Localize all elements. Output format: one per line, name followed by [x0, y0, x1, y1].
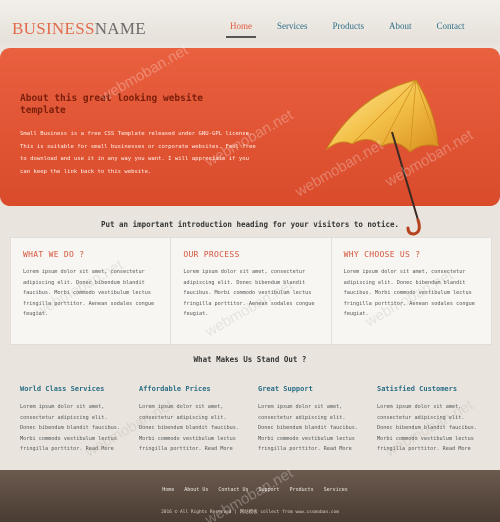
column-text: Lorem ipsum dolor sit amet, consectetur …: [23, 269, 155, 317]
footer-link-contact[interactable]: Contact Us: [218, 487, 248, 493]
footer-copyright: 2016 © All Rights Reserved | 网站模板 collec…: [161, 510, 339, 515]
footer-nav: Home About Us Contact Us Support Product…: [0, 487, 500, 493]
feature-affordable-prices: Affordable Prices Lorem ipsum dolor sit …: [139, 385, 258, 455]
read-more-link[interactable]: Read More: [205, 446, 233, 452]
intro-heading: Put an important introduction heading fo…: [100, 220, 399, 229]
feature-title: Affordable Prices: [139, 385, 211, 393]
column-title: WHY CHOOSE US ?: [343, 250, 421, 259]
header: BUSINESSNAME Home Services Products Abou…: [0, 0, 500, 43]
read-more-link[interactable]: Read More: [324, 446, 352, 452]
logo-name: NAME: [94, 19, 146, 38]
feature-text: Lorem ipsum dolor sit amet, consectetur …: [139, 404, 239, 452]
footer-link-support[interactable]: Support: [258, 487, 279, 493]
logo[interactable]: BUSINESSNAME: [12, 19, 146, 39]
column-text: Lorem ipsum dolor sit amet, consectetur …: [183, 269, 315, 317]
hero-title: About this great looking website templat…: [20, 93, 204, 116]
main-nav: Home Services Products About Contact: [226, 19, 486, 38]
feature-title: World Class Services: [20, 385, 105, 393]
feature-text: Lorem ipsum dolor sit amet, consectetur …: [258, 404, 358, 452]
features-row: World Class Services Lorem ipsum dolor s…: [20, 385, 500, 455]
footer-link-about[interactable]: About Us: [184, 487, 208, 493]
nav-contact[interactable]: Contact: [433, 19, 469, 38]
nav-products[interactable]: Products: [329, 19, 369, 38]
feature-satisfied-customers: Satisfied Customers Lorem ipsum dolor si…: [377, 385, 496, 455]
feature-title: Satisfied Customers: [377, 385, 458, 393]
nav-about[interactable]: About: [385, 19, 416, 38]
column-title: WHAT WE DO ?: [23, 250, 85, 259]
hero-banner: About this great looking website templat…: [0, 48, 500, 236]
footer-link-services[interactable]: Services: [324, 487, 348, 493]
feature-text: Lorem ipsum dolor sit amet, consectetur …: [20, 404, 120, 452]
read-more-link[interactable]: Read More: [86, 446, 114, 452]
logo-business: BUSINESS: [12, 19, 95, 38]
column-text: Lorem ipsum dolor sit amet, consectetur …: [343, 269, 475, 317]
footer-link-home[interactable]: Home: [162, 487, 174, 493]
services-columns: WHAT WE DO ? Lorem ipsum dolor sit amet,…: [10, 237, 492, 345]
column-what-we-do: WHAT WE DO ? Lorem ipsum dolor sit amet,…: [11, 238, 172, 344]
stand-out-heading: What Makes Us Stand Out ?: [193, 355, 307, 364]
footer-link-products[interactable]: Products: [290, 487, 314, 493]
nav-services[interactable]: Services: [273, 19, 312, 38]
nav-home[interactable]: Home: [226, 19, 256, 38]
feature-title: Great Support: [258, 385, 313, 393]
hero-text: Small Business is a free CSS Template re…: [20, 131, 256, 175]
feature-world-class-services: World Class Services Lorem ipsum dolor s…: [20, 385, 139, 455]
umbrella-icon: [325, 79, 439, 236]
column-our-process: OUR PROCESS Lorem ipsum dolor sit amet, …: [171, 238, 332, 344]
column-why-choose-us: WHY CHOOSE US ? Lorem ipsum dolor sit am…: [332, 238, 491, 344]
feature-great-support: Great Support Lorem ipsum dolor sit amet…: [258, 385, 377, 455]
feature-text: Lorem ipsum dolor sit amet, consectetur …: [377, 404, 477, 452]
footer: Home About Us Contact Us Support Product…: [0, 470, 500, 522]
read-more-link[interactable]: Read More: [443, 446, 471, 452]
column-title: OUR PROCESS: [183, 250, 240, 259]
